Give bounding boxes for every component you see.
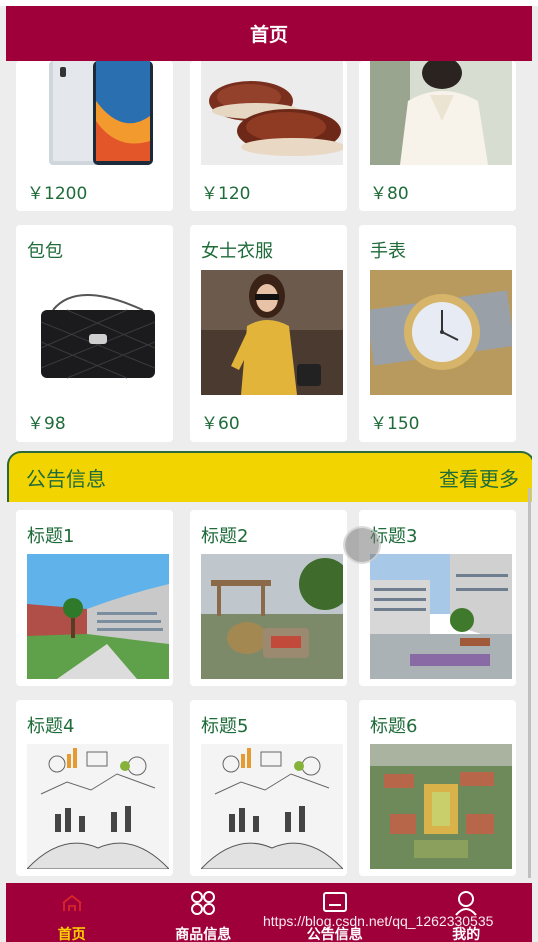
tab-home-label: 首页 (57, 927, 86, 942)
notice-card-4[interactable]: 标题4 (16, 700, 173, 876)
product-card-watch[interactable]: 手表 ￥150 (359, 225, 516, 442)
notice-title: 标题1 (27, 526, 75, 547)
tab-products-label: 商品信息 (175, 927, 232, 942)
product-title: 女士衣服 (201, 241, 273, 262)
page-title: 首页 (249, 24, 288, 46)
product-card-handbag[interactable]: 包包 ￥98 (16, 225, 173, 442)
notice-title: 标题4 (27, 716, 75, 737)
grid-icon (189, 889, 217, 917)
notice-card-1[interactable]: 标题1 (16, 510, 173, 686)
notice-image-campus-sculpture (201, 554, 343, 679)
page-header: 首页 (6, 6, 532, 61)
product-title: 手表 (370, 241, 406, 262)
notice-section-title: 公告信息 (26, 467, 106, 491)
notice-card-5[interactable]: 标题5 (190, 700, 347, 876)
notice-card-6[interactable]: 标题6 (359, 700, 516, 876)
product-card-clothes[interactable]: 女士衣服 ￥60 (190, 225, 347, 442)
product-price: ￥60 (201, 414, 240, 434)
product-card-shoes[interactable]: ￥120 (190, 61, 347, 211)
product-price: ￥98 (27, 414, 66, 434)
product-image-handbag (27, 270, 169, 395)
product-title: 包包 (27, 241, 63, 262)
touch-cursor (343, 526, 381, 564)
notice-image-open-book-infographic (201, 744, 343, 869)
scrollbar[interactable] (528, 488, 531, 878)
product-image-wristwatch (370, 270, 512, 395)
product-image-white-blouse (370, 61, 512, 165)
product-price: ￥150 (370, 414, 420, 434)
notice-title: 标题5 (201, 716, 249, 737)
notice-image-campus-aerial (370, 744, 512, 869)
home-icon (58, 889, 86, 917)
notice-card-2[interactable]: 标题2 (190, 510, 347, 686)
product-card-blouse[interactable]: ￥80 (359, 61, 516, 211)
tab-home[interactable]: 首页 (6, 883, 138, 942)
notice-title: 标题2 (201, 526, 249, 547)
product-price: ￥1200 (27, 184, 88, 204)
notice-image-campus-plaza (370, 554, 512, 679)
notice-section-header: 公告信息 查看更多 (7, 451, 532, 502)
product-image-woman-clothes (201, 270, 343, 395)
notice-image-campus-building (27, 554, 169, 679)
notice-title: 标题6 (370, 716, 418, 737)
home-scroll-content[interactable]: ￥1200 ￥120 ￥80 包包 ￥98 女士衣服 ￥60 手表 ￥150 公… (6, 61, 532, 883)
product-price: ￥80 (370, 184, 409, 204)
tab-products[interactable]: 商品信息 (138, 883, 270, 942)
product-image-leather-shoes (201, 61, 343, 165)
watermark: https://blog.csdn.net/qq_1262330535 (263, 913, 494, 929)
notice-image-open-book-infographic (27, 744, 169, 869)
product-card-phone[interactable]: ￥1200 (16, 61, 173, 211)
product-image-smartphone (27, 61, 169, 165)
notice-card-3[interactable]: 标题3 (359, 510, 516, 686)
view-more-link[interactable]: 查看更多 (439, 463, 519, 492)
product-price: ￥120 (201, 184, 251, 204)
